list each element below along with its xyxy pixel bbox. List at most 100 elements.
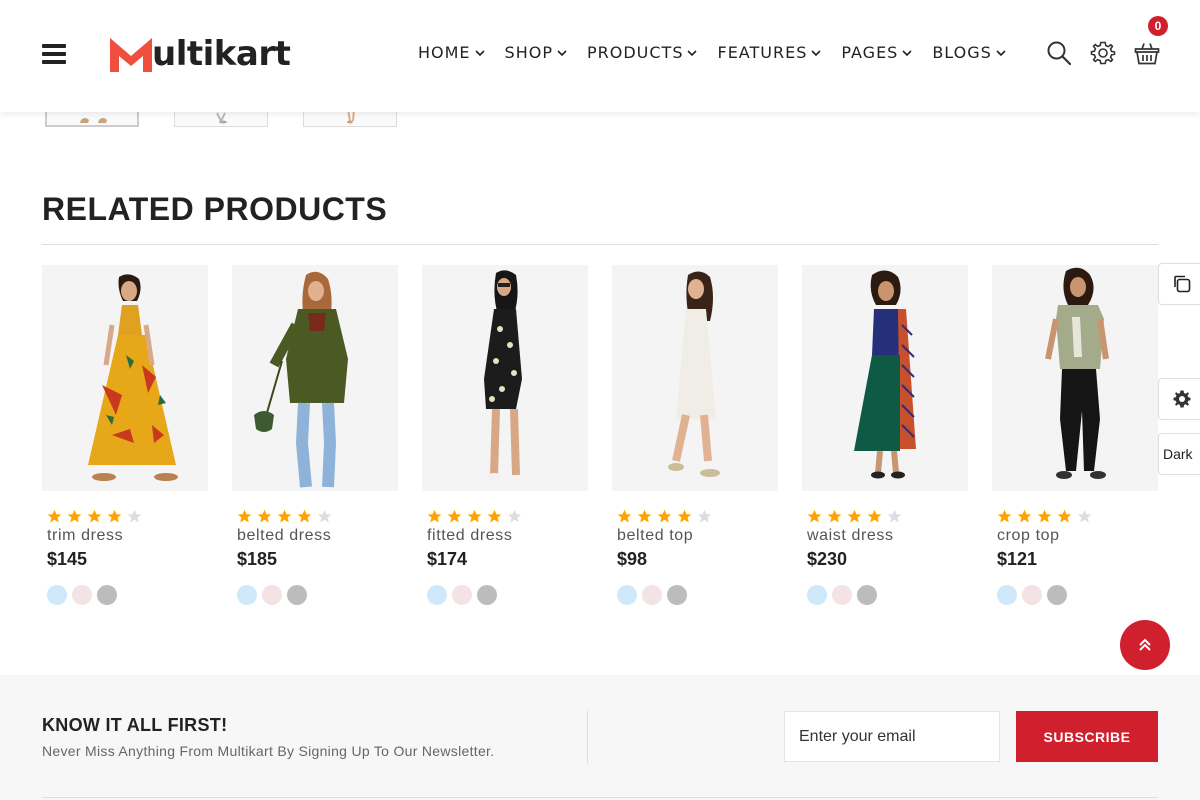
- star-filled-icon: [467, 509, 482, 523]
- subscribe-button[interactable]: SUBSCRIBE: [1016, 711, 1158, 762]
- color-swatch[interactable]: [832, 585, 852, 605]
- color-swatch[interactable]: [617, 585, 637, 605]
- double-chevron-up-icon: [1139, 638, 1151, 651]
- logo-m-mark: [110, 38, 152, 72]
- star-filled-icon: [997, 509, 1012, 523]
- color-swatch[interactable]: [237, 585, 257, 605]
- product-image[interactable]: [422, 265, 588, 491]
- chevron-down-icon: [811, 49, 821, 56]
- logo-text: ultikart: [152, 34, 291, 74]
- product-name[interactable]: trim dress: [47, 527, 123, 545]
- email-field[interactable]: [784, 711, 1000, 762]
- star-filled-icon: [1057, 509, 1072, 523]
- star-filled-icon: [47, 509, 62, 523]
- color-swatch[interactable]: [262, 585, 282, 605]
- nav-blogs[interactable]: BLOGS: [932, 43, 1006, 62]
- search-icon[interactable]: [1046, 40, 1072, 66]
- color-swatch[interactable]: [452, 585, 472, 605]
- chevron-down-icon: [687, 49, 698, 56]
- color-swatch[interactable]: [477, 585, 497, 605]
- star-filled-icon: [677, 509, 692, 523]
- product-card[interactable]: belted dress $185: [232, 265, 398, 605]
- color-swatch[interactable]: [857, 585, 877, 605]
- product-card[interactable]: crop top $121: [992, 265, 1158, 605]
- footer-divider: [42, 797, 1158, 798]
- product-price: $185: [237, 549, 278, 569]
- product-card[interactable]: fitted dress $174: [422, 265, 588, 605]
- color-swatch[interactable]: [642, 585, 662, 605]
- newsletter-title: KNOW IT ALL FIRST!: [42, 715, 228, 735]
- chevron-down-icon: [902, 49, 912, 56]
- basket-icon[interactable]: [1134, 40, 1160, 66]
- dark-mode-toggle[interactable]: Dark: [1158, 433, 1200, 475]
- star-filled-icon: [867, 509, 882, 523]
- product-name[interactable]: belted top: [617, 527, 693, 545]
- main-nav: HOME SHOP PRODUCTS FEATURES PAGES BLOGS: [418, 43, 1026, 62]
- product-name[interactable]: waist dress: [807, 527, 894, 545]
- color-swatch[interactable]: [1047, 585, 1067, 605]
- chevron-down-icon: [557, 49, 567, 56]
- rating-stars: [807, 509, 902, 524]
- product-name[interactable]: fitted dress: [427, 527, 512, 545]
- section-divider: [42, 244, 1158, 245]
- scroll-to-top-button[interactable]: [1120, 620, 1170, 670]
- color-swatch[interactable]: [427, 585, 447, 605]
- star-filled-icon: [257, 509, 272, 523]
- rating-stars: [237, 509, 332, 524]
- color-swatch[interactable]: [667, 585, 687, 605]
- color-swatch[interactable]: [997, 585, 1017, 605]
- star-filled-icon: [87, 509, 102, 523]
- newsletter-subtitle: Never Miss Anything From Multikart By Si…: [42, 743, 495, 759]
- chevron-down-icon: [474, 49, 485, 56]
- gear-icon: [1173, 390, 1190, 408]
- star-empty-icon: [1077, 509, 1092, 523]
- star-filled-icon: [487, 509, 502, 523]
- rating-stars: [47, 509, 142, 524]
- product-price: $230: [807, 549, 848, 569]
- color-swatches: [237, 585, 307, 605]
- color-swatch[interactable]: [47, 585, 67, 605]
- newsletter-divider: [587, 711, 588, 763]
- nav-features[interactable]: FEATURES: [717, 43, 821, 62]
- header-icons: [1046, 40, 1160, 66]
- star-filled-icon: [827, 509, 842, 523]
- product-card[interactable]: belted top $98: [612, 265, 778, 605]
- nav-home[interactable]: HOME: [418, 43, 485, 62]
- product-card[interactable]: waist dress $230: [802, 265, 968, 605]
- product-image[interactable]: [992, 265, 1158, 491]
- menu-icon[interactable]: [42, 44, 66, 64]
- color-swatches: [807, 585, 877, 605]
- star-filled-icon: [107, 509, 122, 523]
- color-swatch[interactable]: [97, 585, 117, 605]
- product-card[interactable]: trim dress $145: [42, 265, 208, 605]
- product-name[interactable]: crop top: [997, 527, 1060, 545]
- rating-stars: [427, 509, 522, 524]
- star-filled-icon: [807, 509, 822, 523]
- settings-icon[interactable]: [1090, 40, 1116, 66]
- color-swatches: [617, 585, 687, 605]
- star-filled-icon: [447, 509, 462, 523]
- star-filled-icon: [427, 509, 442, 523]
- cart-count-badge: 0: [1148, 16, 1168, 36]
- product-image[interactable]: [802, 265, 968, 491]
- logo[interactable]: ultikart: [110, 34, 291, 74]
- star-filled-icon: [617, 509, 632, 523]
- copy-icon: [1173, 275, 1190, 293]
- color-swatch[interactable]: [72, 585, 92, 605]
- nav-pages[interactable]: PAGES: [841, 43, 912, 62]
- chevron-down-icon: [996, 49, 1006, 56]
- theme-settings-button[interactable]: [1158, 378, 1200, 420]
- color-swatch[interactable]: [807, 585, 827, 605]
- star-empty-icon: [127, 509, 142, 523]
- nav-products[interactable]: PRODUCTS: [587, 43, 698, 62]
- product-image[interactable]: [612, 265, 778, 491]
- color-swatch[interactable]: [287, 585, 307, 605]
- product-image[interactable]: [232, 265, 398, 491]
- color-swatches: [997, 585, 1067, 605]
- product-name[interactable]: belted dress: [237, 527, 331, 545]
- nav-shop[interactable]: SHOP: [505, 43, 567, 62]
- product-image[interactable]: [42, 265, 208, 491]
- color-swatch[interactable]: [1022, 585, 1042, 605]
- compare-button[interactable]: [1158, 263, 1200, 305]
- star-filled-icon: [1017, 509, 1032, 523]
